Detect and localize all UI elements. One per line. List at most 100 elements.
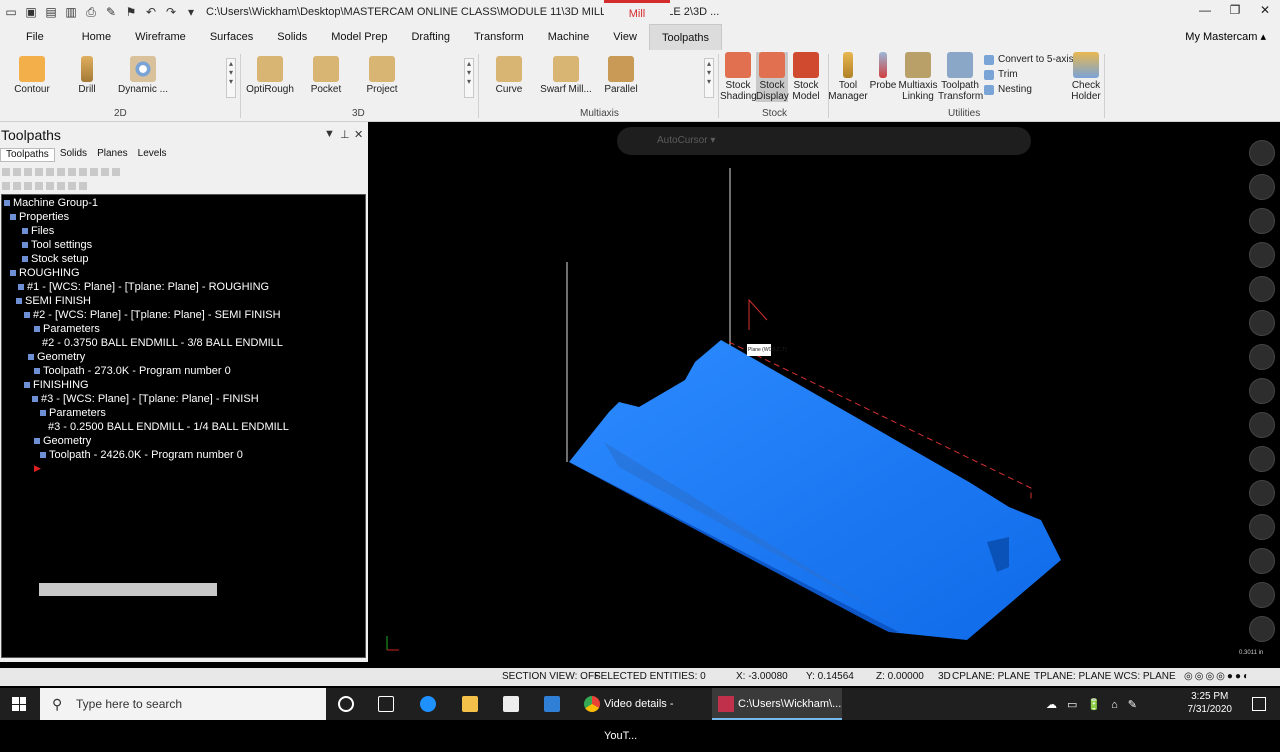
dynamic-button[interactable]: Dynamic ... — [118, 56, 168, 95]
tree-node-parameters-2[interactable]: Parameters — [34, 322, 100, 336]
edge-icon[interactable] — [420, 696, 436, 712]
verify-icon[interactable] — [57, 168, 65, 176]
stock-model-button[interactable]: Stock Model — [788, 52, 824, 102]
tree-node-tool-2[interactable]: #2 - 0.3750 BALL ENDMILL - 3/8 BALL ENDM… — [42, 336, 283, 350]
tab-machine[interactable]: Machine — [536, 24, 602, 50]
mill-context-tab[interactable]: Mill — [604, 0, 670, 24]
tab-transform[interactable]: Transform — [462, 24, 536, 50]
tree-node-finishing-group[interactable]: FINISHING — [24, 378, 89, 392]
task-view-icon[interactable] — [378, 696, 394, 712]
tree-node-files[interactable]: Files — [22, 224, 54, 238]
shading-icon[interactable] — [1249, 446, 1275, 472]
system-tray-icons[interactable]: ☁▭🔋⌂✎ — [1046, 698, 1147, 711]
customize-toolbar-icon[interactable]: ▾ — [184, 5, 198, 19]
tab-home[interactable]: Home — [64, 24, 123, 50]
taskbar-clock[interactable]: 3:25 PM 7/31/2020 — [1188, 690, 1233, 716]
drill-button[interactable]: Drill — [70, 56, 104, 95]
multiaxis-linking-button[interactable]: Multiaxis Linking — [898, 52, 938, 102]
simulate-icon[interactable] — [68, 168, 76, 176]
file-explorer-icon[interactable] — [462, 696, 478, 712]
minimize-icon[interactable]: — — [1190, 0, 1220, 20]
regenerate-icon[interactable] — [24, 168, 32, 176]
lock-icon[interactable] — [101, 168, 109, 176]
undo-icon[interactable]: ↶ — [144, 5, 158, 19]
new-file-icon[interactable]: ▭ — [4, 5, 18, 19]
mode-status[interactable]: 3D — [938, 671, 951, 682]
tree-node-toolpath-3[interactable]: Toolpath - 2426.0K - Program number 0 — [40, 448, 243, 462]
tree-node-geometry-3[interactable]: Geometry — [34, 434, 91, 448]
fit-icon[interactable] — [1249, 174, 1275, 200]
tab-surfaces[interactable]: Surfaces — [198, 24, 265, 50]
my-mastercam-menu[interactable]: My Mastercam ▴ — [1185, 24, 1266, 50]
tree-node-tool-settings[interactable]: Tool settings — [22, 238, 92, 252]
tab-planes-manager[interactable]: Planes — [92, 148, 133, 162]
project-button[interactable]: Project — [364, 56, 400, 95]
tree-node-parameters-3[interactable]: Parameters — [40, 406, 106, 420]
open-folder-icon[interactable]: ▤ — [44, 5, 58, 19]
view-icons[interactable]: ◎◎◎◎●●◐ — [1184, 671, 1251, 682]
parallel-button[interactable]: Parallel — [602, 56, 640, 95]
pocket-button[interactable]: Pocket — [308, 56, 344, 95]
tree-node-semi-finish-group[interactable]: SEMI FINISH — [16, 294, 91, 308]
grid-icon[interactable] — [1249, 514, 1275, 540]
tab-view[interactable]: View — [601, 24, 649, 50]
tree-node-properties[interactable]: Properties — [10, 210, 69, 224]
toolpath-icon[interactable] — [1249, 378, 1275, 404]
tab-toolpaths[interactable]: Toolpaths — [648, 24, 723, 50]
tree-node-stock-setup[interactable]: Stock setup — [22, 252, 88, 266]
taskbar-chrome-window[interactable]: Video details - YouT... — [578, 688, 708, 742]
pencil-icon[interactable] — [1249, 344, 1275, 370]
tab-toolpaths-manager[interactable]: Toolpaths — [0, 148, 55, 162]
section-view-status[interactable]: SECTION VIEW: OFF — [502, 671, 600, 682]
print-icon[interactable]: ⎙ — [84, 5, 98, 19]
pin-icon[interactable]: ⊥ — [340, 128, 350, 141]
multiaxis-gallery-scroll[interactable]: ▴ ▾ ▾ — [704, 58, 714, 98]
copy-icon[interactable] — [1249, 412, 1275, 438]
close-window-icon[interactable]: ✕ — [1250, 0, 1280, 20]
expand-icon[interactable] — [2, 182, 10, 190]
measure-icon[interactable] — [1249, 480, 1275, 506]
redo-icon[interactable]: ↷ — [164, 5, 178, 19]
2d-gallery-scroll[interactable]: ▴ ▾ ▾ — [226, 58, 236, 98]
wcs-status[interactable]: WCS: PLANE — [1114, 671, 1176, 682]
display-selected-icon[interactable] — [57, 182, 65, 190]
taskbar-mastercam-window[interactable]: C:\Users\Wickham\... — [712, 688, 842, 720]
trim-button[interactable]: Trim — [984, 69, 1018, 80]
cortana-icon[interactable] — [338, 696, 354, 712]
notifications-icon[interactable] — [1252, 697, 1266, 711]
save-as-icon[interactable]: ▥ — [64, 5, 78, 19]
stock-display-button[interactable]: Stock Display — [756, 52, 789, 102]
post-icon[interactable] — [79, 168, 87, 176]
tab-drafting[interactable]: Drafting — [399, 24, 462, 50]
optirough-button[interactable]: OptiRough — [246, 56, 294, 95]
tab-model-prep[interactable]: Model Prep — [319, 24, 399, 50]
tab-levels-manager[interactable]: Levels — [133, 148, 172, 162]
analyze-icon[interactable] — [1249, 276, 1275, 302]
toggle-display-icon[interactable] — [90, 168, 98, 176]
3d-gallery-scroll[interactable]: ▴ ▾ ▾ — [464, 58, 474, 98]
edit-icon[interactable]: ✎ — [104, 5, 118, 19]
move-down-icon[interactable] — [24, 182, 32, 190]
select-all-icon[interactable] — [2, 168, 10, 176]
flag-icon[interactable]: ⚑ — [124, 5, 138, 19]
tool-manager-button[interactable]: Tool Manager — [828, 52, 868, 102]
taskbar-search-box[interactable]: ⚲ Type here to search — [40, 688, 326, 720]
tree-node-operation-3[interactable]: #3 - [WCS: Plane] - [Tplane: Plane] - FI… — [32, 392, 259, 406]
tree-node-toolpath-2[interactable]: Toolpath - 273.0K - Program number 0 — [34, 364, 231, 378]
mail-icon[interactable] — [544, 696, 560, 712]
dimension-icon[interactable] — [1249, 310, 1275, 336]
stock-shading-button[interactable]: Stock Shading — [720, 52, 757, 102]
cplane-status[interactable]: CPLANE: PLANE — [952, 671, 1030, 682]
save-icon[interactable]: ▣ — [24, 5, 38, 19]
tab-solids-manager[interactable]: Solids — [55, 148, 92, 162]
select-failed-icon[interactable] — [13, 168, 21, 176]
graphics-viewport[interactable]: AutoCursor ▾ Plane (WCS,C,T) 0.3011 in — [369, 122, 1280, 662]
toolpath-transform-button[interactable]: Toolpath Transform — [938, 52, 983, 102]
tree-node-geometry-2[interactable]: Geometry — [28, 350, 85, 364]
probe-button[interactable]: Probe — [868, 52, 898, 91]
move-up-icon[interactable] — [35, 182, 43, 190]
help-icon[interactable] — [112, 168, 120, 176]
tree-node-operation-2[interactable]: #2 - [WCS: Plane] - [Tplane: Plane] - SE… — [24, 308, 281, 322]
levels-icon[interactable] — [1249, 548, 1275, 574]
store-icon[interactable] — [503, 696, 519, 712]
